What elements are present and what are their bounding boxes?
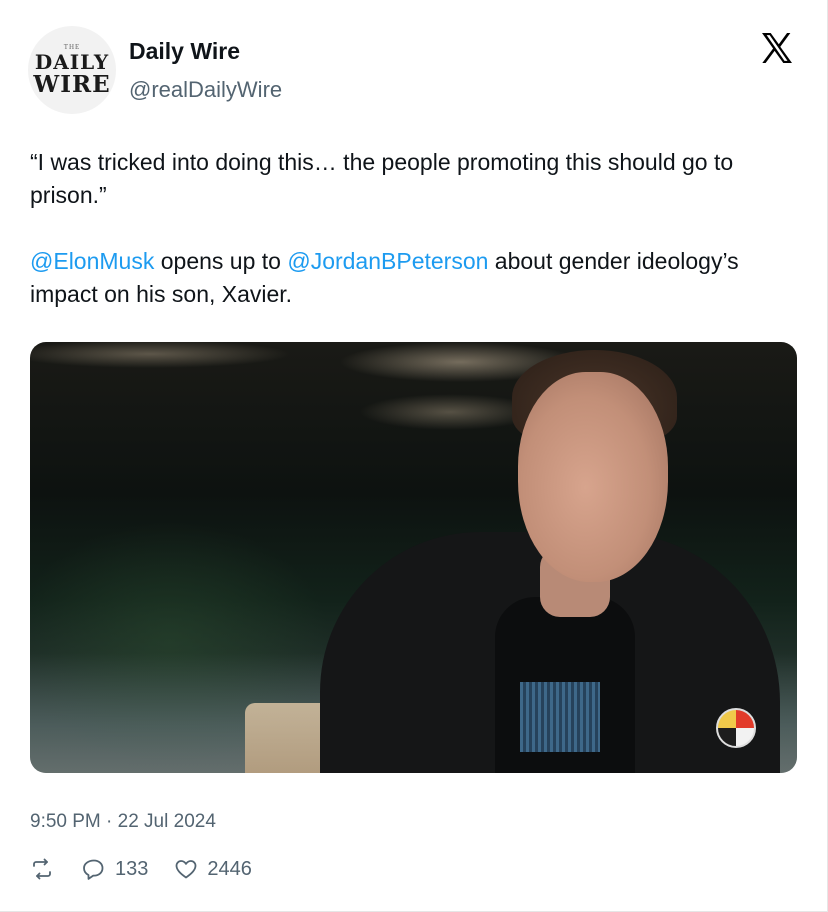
author-name[interactable]: Daily Wire [129, 38, 240, 65]
reply-icon [83, 859, 104, 880]
retweet-icon [33, 858, 51, 880]
tweet-text: “I was tricked into doing this… the peop… [30, 146, 800, 311]
tweet-quote: “I was tricked into doing this… the peop… [30, 149, 734, 208]
video-subject-face [518, 372, 668, 582]
avatar-text-line1: DAILY [34, 49, 110, 74]
tweet-body-mid: opens up to [154, 248, 288, 274]
author-handle[interactable]: @realDailyWire [129, 77, 282, 103]
tweet-card: THE DAILY WIRE Daily Wire @realDailyWire… [0, 0, 828, 912]
tweet-video[interactable] [30, 342, 797, 773]
avatar-text-line2: WIRE [33, 70, 111, 98]
like-button[interactable]: 2446 [174, 857, 252, 881]
tweet-timestamp[interactable]: 9:50 PM · 22 Jul 2024 [30, 811, 216, 833]
video-subject-shirt-print [520, 682, 600, 752]
mention-elonmusk[interactable]: @ElonMusk [30, 248, 154, 274]
mention-jordanbpeterson[interactable]: @JordanBPeterson [287, 248, 488, 274]
reply-count: 133 [115, 857, 149, 880]
avatar[interactable]: THE DAILY WIRE [28, 26, 116, 114]
x-logo-icon[interactable] [759, 30, 795, 66]
retweet-button[interactable] [30, 857, 54, 881]
reply-button[interactable]: 133 [82, 857, 148, 881]
like-count: 2446 [207, 857, 252, 880]
tweet-body: @ElonMusk opens up to @JordanBPeterson a… [30, 245, 800, 311]
jacket-patch-icon [716, 708, 756, 748]
heart-icon [175, 860, 197, 879]
tweet-actions: 133 2446 [30, 854, 278, 884]
